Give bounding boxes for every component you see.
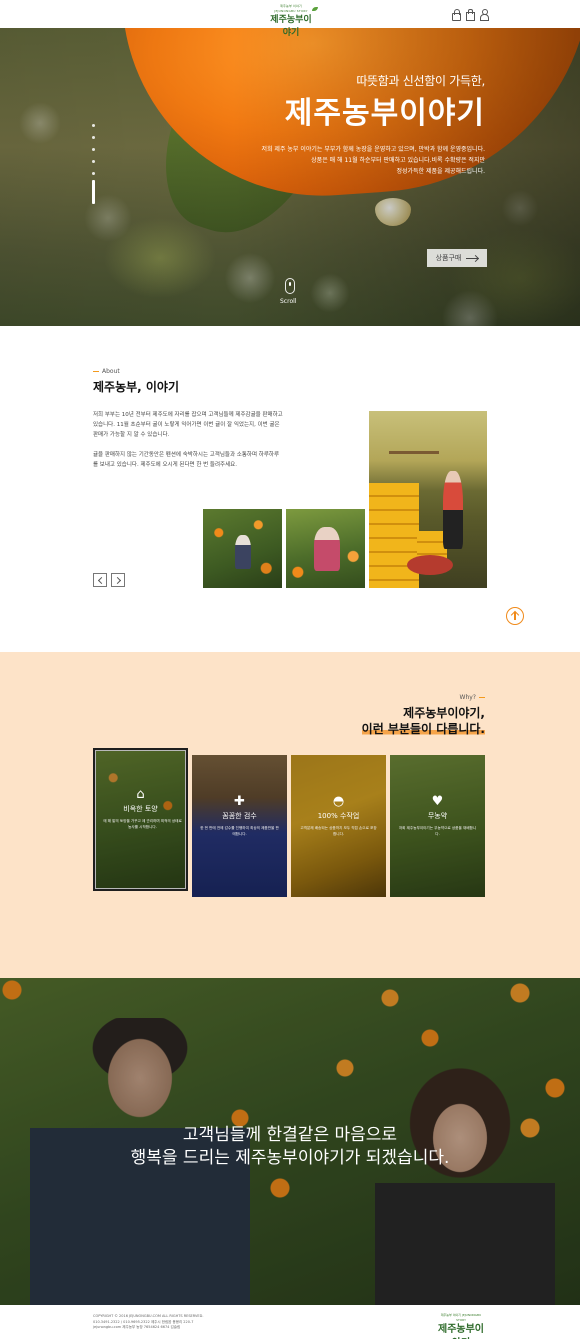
- photo-pole: [389, 451, 439, 454]
- about-slider-controls: [93, 573, 125, 587]
- scroll-label: Scroll: [280, 298, 297, 305]
- site-footer: COPYRIGHT © 2016 JEJUNONGBU.COM ALL RIGH…: [0, 1305, 580, 1339]
- prev-arrow-icon[interactable]: [93, 573, 107, 587]
- footer-business: jejunongbu.com 제주농부 농장 7654624 6674 김슬림: [93, 1325, 181, 1329]
- pager-dot[interactable]: [92, 148, 95, 151]
- heart-icon: ♥: [431, 794, 444, 809]
- logo-text: 제주농부이야기: [438, 1324, 484, 1339]
- hero-desc-line: 상품은 매 해 11월 하순부터 판매하고 있습니다.비록 수확량은 적지만: [311, 157, 485, 164]
- why-section: Why? 제주농부이야기, 이런 부분들이 다릅니다. ⌂ 비옥한 토양 매 해…: [0, 652, 580, 978]
- utility-nav: [451, 9, 489, 21]
- logo-text: 제주농부이야기: [270, 15, 312, 38]
- buy-product-button[interactable]: 상품구매: [427, 249, 487, 267]
- banner-message-line2: 행복을 드리는 제주농부이야기가 되겠습니다.: [130, 1148, 450, 1168]
- banner-message-line1: 고객님들께 한결같은 마음으로: [182, 1125, 398, 1145]
- about-photo-farmer-1: [203, 509, 282, 588]
- leaf-icon: [312, 7, 318, 11]
- photo-tub: [407, 555, 453, 575]
- user-icon[interactable]: [479, 9, 489, 21]
- feature-card-text: 고객분께 배송되는 상품까지 모두 직접 손으로 포장합니다.: [300, 826, 377, 836]
- lock-icon[interactable]: [451, 9, 461, 21]
- feature-card-text: 한 번 판매 전에 감수를 진행하여 최상의 제품만을 판매합니다.: [200, 826, 279, 836]
- site-logo[interactable]: 제주농부 이야기 JEJUNONGBU STORY 제주농부이야기: [270, 4, 318, 38]
- closing-banner: 고객님들께 한결같은 마음으로 행복을 드리는 제주농부이야기가 되겠습니다.: [0, 978, 580, 1305]
- hero-description: 저희 제주 농부 이야기는 부부가 함께 농장을 운영하고 있으며, 만박과 함…: [235, 144, 485, 177]
- hero-desc-line: 저희 제주 농부 이야기는 부부가 함께 농장을 운영하고 있으며, 만박과 함…: [261, 146, 485, 153]
- arrow-right-icon: [466, 257, 479, 259]
- footer-copyright: COPYRIGHT © 2016 JEJUNONGBU.COM ALL RIGH…: [93, 1314, 204, 1318]
- photo-crates: [369, 483, 419, 588]
- buy-product-label: 상품구매: [435, 254, 462, 262]
- about-photo-farmer-2: [286, 509, 365, 588]
- feature-card-handmade[interactable]: ◓ 100% 수작업 고객분께 배송되는 상품까지 모두 직접 손으로 포장합니…: [291, 755, 386, 897]
- hero-desc-line: 정성가득한 제품을 제공해드립니다.: [396, 168, 485, 175]
- why-title-line1: 제주농부이야기,: [403, 706, 485, 720]
- feature-card-text: 매 해 밭의 토양을 가꾸고 제 관리하며 최적의 상태로 농사를 시작합니다.: [103, 819, 182, 829]
- hero-subtitle: 따뜻함과 신선함이 가득한,: [356, 74, 485, 88]
- feature-card-title: 꼼꼼한 검수: [222, 812, 257, 820]
- feature-card-title: 무농약: [427, 812, 448, 820]
- logo-tagline: 제주농부 이야기 JEJUNONGBU STORY: [440, 1313, 482, 1322]
- pager-active-bar[interactable]: [92, 180, 95, 204]
- hero-section: 따뜻함과 신선함이 가득한, 제주농부이야기 저희 제주 농부 이야기는 부부가…: [0, 28, 580, 326]
- hero-pager: [92, 124, 95, 175]
- photo-person: [314, 527, 340, 571]
- about-paragraph: 귤을 판매하지 않는 기간동안은 펜션에 숙박하시는 고객님들과 소통하며 하루…: [93, 452, 280, 468]
- mouse-scroll-icon[interactable]: [285, 278, 295, 294]
- photo-person: [235, 535, 251, 569]
- feature-card-soil[interactable]: ⌂ 비옥한 토양 매 해 밭의 토양을 가꾸고 제 관리하며 최적의 상태로 농…: [93, 748, 188, 891]
- about-paragraph: 저희 부부는 10년 전부터 제주도에 자리를 잡으며 고객님들께 제주감귤을 …: [93, 412, 283, 438]
- about-text: 저희 부부는 10년 전부터 제주도에 자리를 잡으며 고객님들께 제주감귤을 …: [93, 410, 283, 480]
- feature-card-organic[interactable]: ♥ 무농약 저희 제주농부이야기는 무농약으로 상품을 재배합니다.: [390, 755, 485, 897]
- footer-info: COPYRIGHT © 2016 JEJUNONGBU.COM ALL RIGH…: [93, 1314, 203, 1331]
- photo-person: [443, 471, 463, 549]
- pot-icon: ⌂: [136, 787, 145, 802]
- scroll-top-button[interactable]: [506, 607, 524, 625]
- footer-logo[interactable]: 제주농부 이야기 JEJUNONGBU STORY 제주농부이야기: [436, 1313, 486, 1339]
- bag-icon[interactable]: [465, 9, 475, 21]
- hat-icon: ◓: [332, 794, 345, 809]
- hero-title: 제주농부이야기: [284, 96, 485, 131]
- about-photo-harvest: [369, 411, 487, 588]
- about-eyebrow: About: [93, 368, 120, 375]
- pager-dot[interactable]: [92, 160, 95, 163]
- feature-card-title: 비옥한 토양: [123, 805, 158, 813]
- why-eyebrow: Why?: [460, 694, 485, 701]
- logo-tagline: 제주농부 이야기 JEJUNONGBU STORY: [274, 4, 308, 13]
- plus-icon: ✚: [234, 794, 245, 809]
- next-arrow-icon[interactable]: [111, 573, 125, 587]
- pager-dot[interactable]: [92, 172, 95, 175]
- pager-dot[interactable]: [92, 124, 95, 127]
- about-title: 제주농부, 이야기: [93, 380, 180, 394]
- pager-dot[interactable]: [92, 136, 95, 139]
- feature-card-text: 저희 제주농부이야기는 무농약으로 상품을 재배합니다.: [398, 826, 477, 836]
- feature-card-title: 100% 수작업: [317, 812, 360, 820]
- why-title-line2: 이런 부분들이 다릅니다.: [361, 720, 485, 737]
- feature-card-inspection[interactable]: ✚ 꼼꼼한 검수 한 번 판매 전에 감수를 진행하여 최상의 제품만을 판매합…: [192, 755, 287, 897]
- site-header: 제주농부 이야기 JEJUNONGBU STORY 제주농부이야기: [0, 0, 580, 38]
